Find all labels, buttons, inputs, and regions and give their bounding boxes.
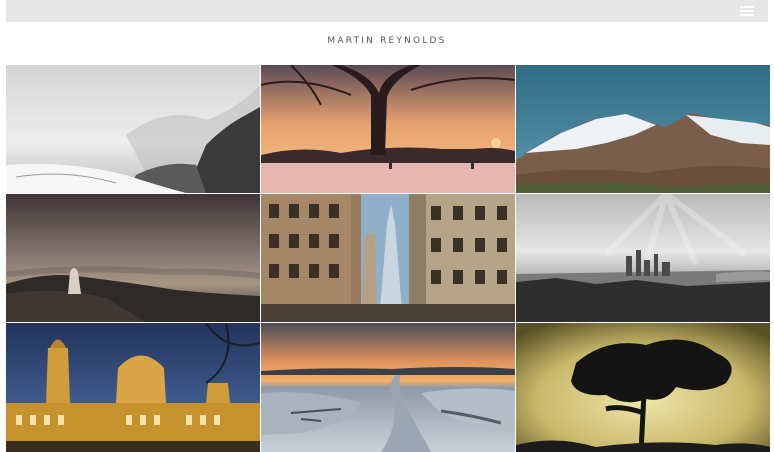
hamburger-menu-icon[interactable] [740,6,754,16]
photo-winter-bench-sunset [261,65,515,193]
site-header: MARTIN REYNOLDS [6,22,768,65]
gallery-photo-snowy-mountains[interactable] [516,65,770,193]
photo-gallery [6,65,770,452]
page: MARTIN REYNOLDS [0,0,774,452]
gallery-photo-city-skyline-mono[interactable] [516,194,770,322]
photo-skyscraper-street [261,194,515,322]
photo-figure-on-ridge [6,194,260,322]
top-bar [6,0,768,22]
site-title[interactable]: MARTIN REYNOLDS [327,36,446,46]
gallery-photo-tree-silhouette-gold[interactable] [516,323,770,452]
photo-domed-building-night [6,323,260,452]
gallery-photo-winter-bench-sunset[interactable] [261,65,515,193]
photo-coastal-mist [6,65,260,193]
gallery-photo-frosty-river-dawn[interactable] [261,323,515,452]
photo-snowy-mountains [516,65,770,193]
photo-frosty-river-dawn [261,323,515,452]
photo-city-skyline-mono [516,194,770,322]
gallery-photo-skyscraper-street[interactable] [261,194,515,322]
gallery-photo-coastal-mist[interactable] [6,65,260,193]
gallery-photo-domed-building-night[interactable] [6,323,260,452]
gallery-photo-figure-on-ridge[interactable] [6,194,260,322]
photo-tree-silhouette-gold [516,323,770,452]
